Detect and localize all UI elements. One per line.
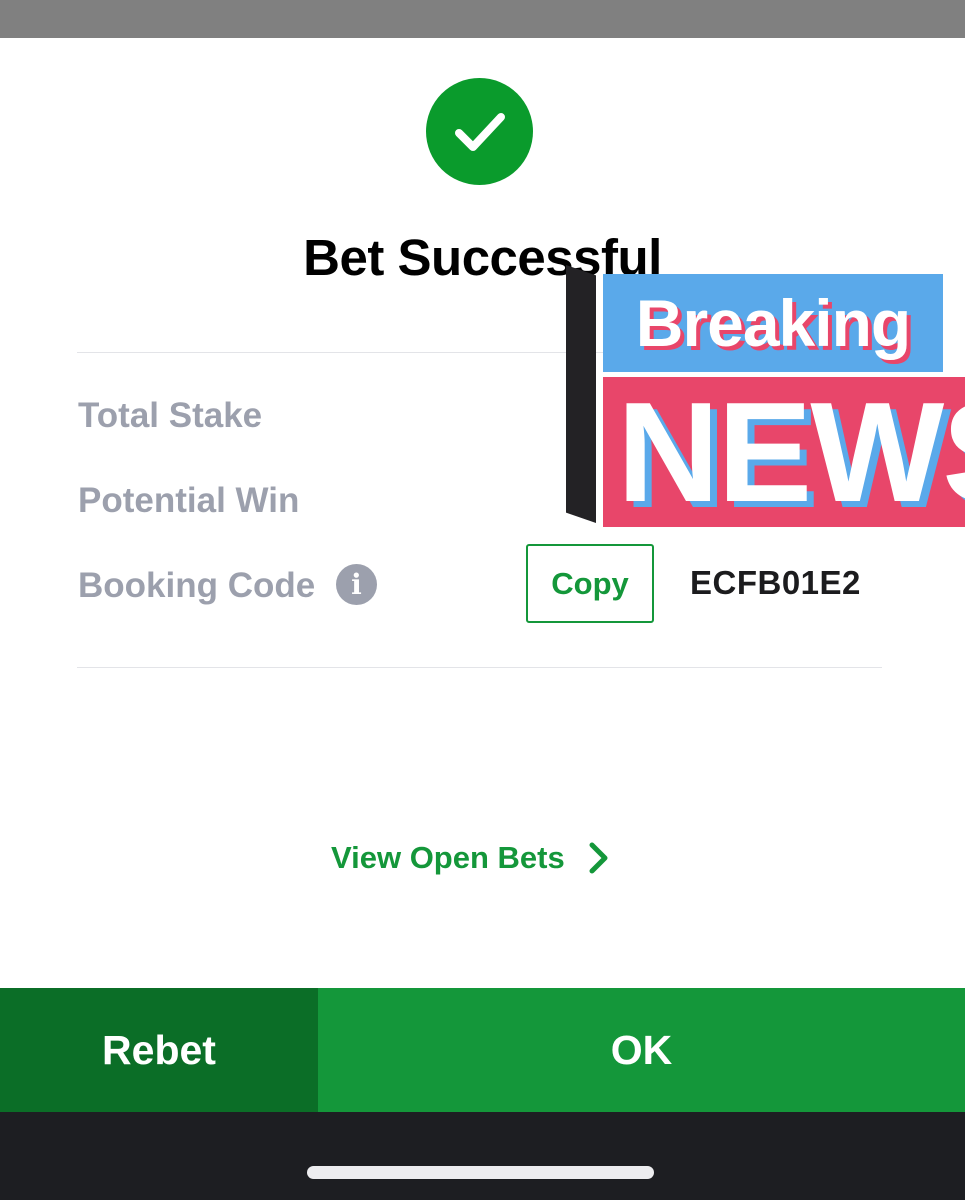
view-open-bets-link[interactable]: View Open Bets <box>331 840 611 876</box>
check-mark-icon <box>454 112 505 151</box>
booking-code-value: ECFB01E2 <box>690 564 861 601</box>
bottom-bar <box>0 1112 965 1200</box>
copy-button[interactable]: Copy <box>526 544 654 623</box>
sticker-bar <box>566 265 596 523</box>
potential-win-label: Potential Win <box>78 481 300 520</box>
check-circle-icon <box>426 78 533 185</box>
bottom-divider <box>77 667 882 668</box>
booking-code-label: Booking Code <box>78 566 316 605</box>
rebet-button[interactable]: Rebet <box>0 988 318 1112</box>
news-banner: NEWS <box>603 377 965 527</box>
chevron-right-icon <box>589 842 608 874</box>
total-stake-label: Total Stake <box>78 396 263 435</box>
breaking-news-sticker: Breaking NEWS <box>562 265 965 527</box>
news-text: NEWS <box>617 377 965 527</box>
view-open-bets-label: View Open Bets <box>331 840 565 875</box>
breaking-text: Breaking <box>635 286 911 360</box>
info-icon[interactable]: i <box>336 564 377 605</box>
status-strip <box>0 0 965 38</box>
breaking-banner: Breaking <box>603 274 943 372</box>
ok-button[interactable]: OK <box>318 988 965 1112</box>
home-indicator[interactable] <box>307 1166 654 1179</box>
